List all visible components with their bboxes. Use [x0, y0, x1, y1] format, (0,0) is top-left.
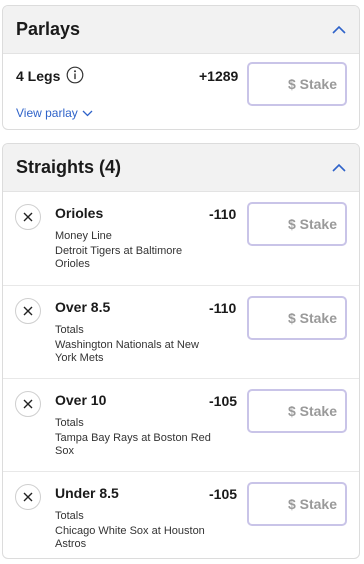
- close-icon: [23, 492, 33, 502]
- bet-matchup: Chicago White Sox at Houston Astros: [55, 525, 205, 550]
- chevron-down-icon: [82, 106, 93, 120]
- view-parlay-label: View parlay: [16, 106, 78, 120]
- remove-bet-button[interactable]: [15, 484, 41, 510]
- straight-bet-row: Over 10 -105 Totals Tampa Bay Rays at Bo…: [3, 378, 359, 471]
- stake-placeholder: $ Stake: [287, 496, 337, 512]
- parlays-title: Parlays: [16, 19, 81, 39]
- bet-odds: -105: [209, 393, 238, 409]
- bet-market: Totals: [55, 324, 84, 336]
- chevron-up-icon[interactable]: [331, 22, 347, 38]
- bet-matchup: Washington Nationals at New York Mets: [55, 339, 199, 364]
- straights-title: Straights (4): [16, 157, 122, 177]
- bet-stake-input[interactable]: $ Stake: [247, 482, 347, 526]
- remove-bet-button[interactable]: [15, 204, 41, 230]
- parlay-stake-input[interactable]: $ Stake: [247, 62, 347, 106]
- bet-matchup: Detroit Tigers at Baltimore Orioles: [55, 245, 183, 270]
- stake-placeholder: $ Stake: [287, 216, 337, 232]
- bet-odds: -110: [209, 300, 237, 316]
- stake-placeholder: $ Stake: [287, 403, 337, 419]
- bet-selection: Over 10: [55, 392, 107, 408]
- parlays-header[interactable]: Parlays: [3, 6, 359, 54]
- parlay-body: 4 Legs +1289 $ Stake View parlay: [3, 54, 359, 129]
- parlay-legs-label: 4 Legs: [16, 68, 61, 84]
- close-icon: [23, 399, 33, 409]
- bet-odds: -110: [209, 206, 237, 222]
- straight-bet-row: Under 8.5 -105 Totals Chicago White Sox …: [3, 471, 359, 558]
- close-icon: [23, 212, 33, 222]
- bet-odds: -105: [209, 486, 238, 502]
- close-icon: [23, 306, 33, 316]
- stake-placeholder: $ Stake: [287, 76, 337, 92]
- bet-selection: Orioles: [55, 205, 104, 221]
- bet-stake-input[interactable]: $ Stake: [247, 202, 347, 246]
- bet-stake-input[interactable]: $ Stake: [247, 296, 347, 340]
- straights-card: Straights (4) Orioles -110 Money Line De…: [2, 143, 360, 559]
- bet-selection: Over 8.5: [55, 299, 111, 315]
- straight-bet-row: Orioles -110 Money Line Detroit Tigers a…: [3, 192, 359, 285]
- bet-market: Money Line: [55, 230, 112, 242]
- stake-placeholder: $ Stake: [287, 310, 337, 326]
- bet-matchup: Tampa Bay Rays at Boston Red Sox: [55, 432, 211, 457]
- straights-header[interactable]: Straights (4): [3, 144, 359, 192]
- bet-selection: Under 8.5: [55, 485, 119, 501]
- parlay-odds: +1289: [199, 68, 239, 84]
- remove-bet-button[interactable]: [15, 298, 41, 324]
- straight-bet-row: Over 8.5 -110 Totals Washington National…: [3, 285, 359, 378]
- info-icon[interactable]: [66, 66, 84, 84]
- bet-market: Totals: [55, 417, 84, 429]
- chevron-up-icon[interactable]: [331, 160, 347, 176]
- remove-bet-button[interactable]: [15, 391, 41, 417]
- bet-market: Totals: [55, 510, 84, 522]
- view-parlay-link[interactable]: View parlay: [16, 106, 93, 120]
- parlays-card: Parlays 4 Legs +1289 $ Stake View parlay: [2, 5, 360, 130]
- bet-stake-input[interactable]: $ Stake: [247, 389, 347, 433]
